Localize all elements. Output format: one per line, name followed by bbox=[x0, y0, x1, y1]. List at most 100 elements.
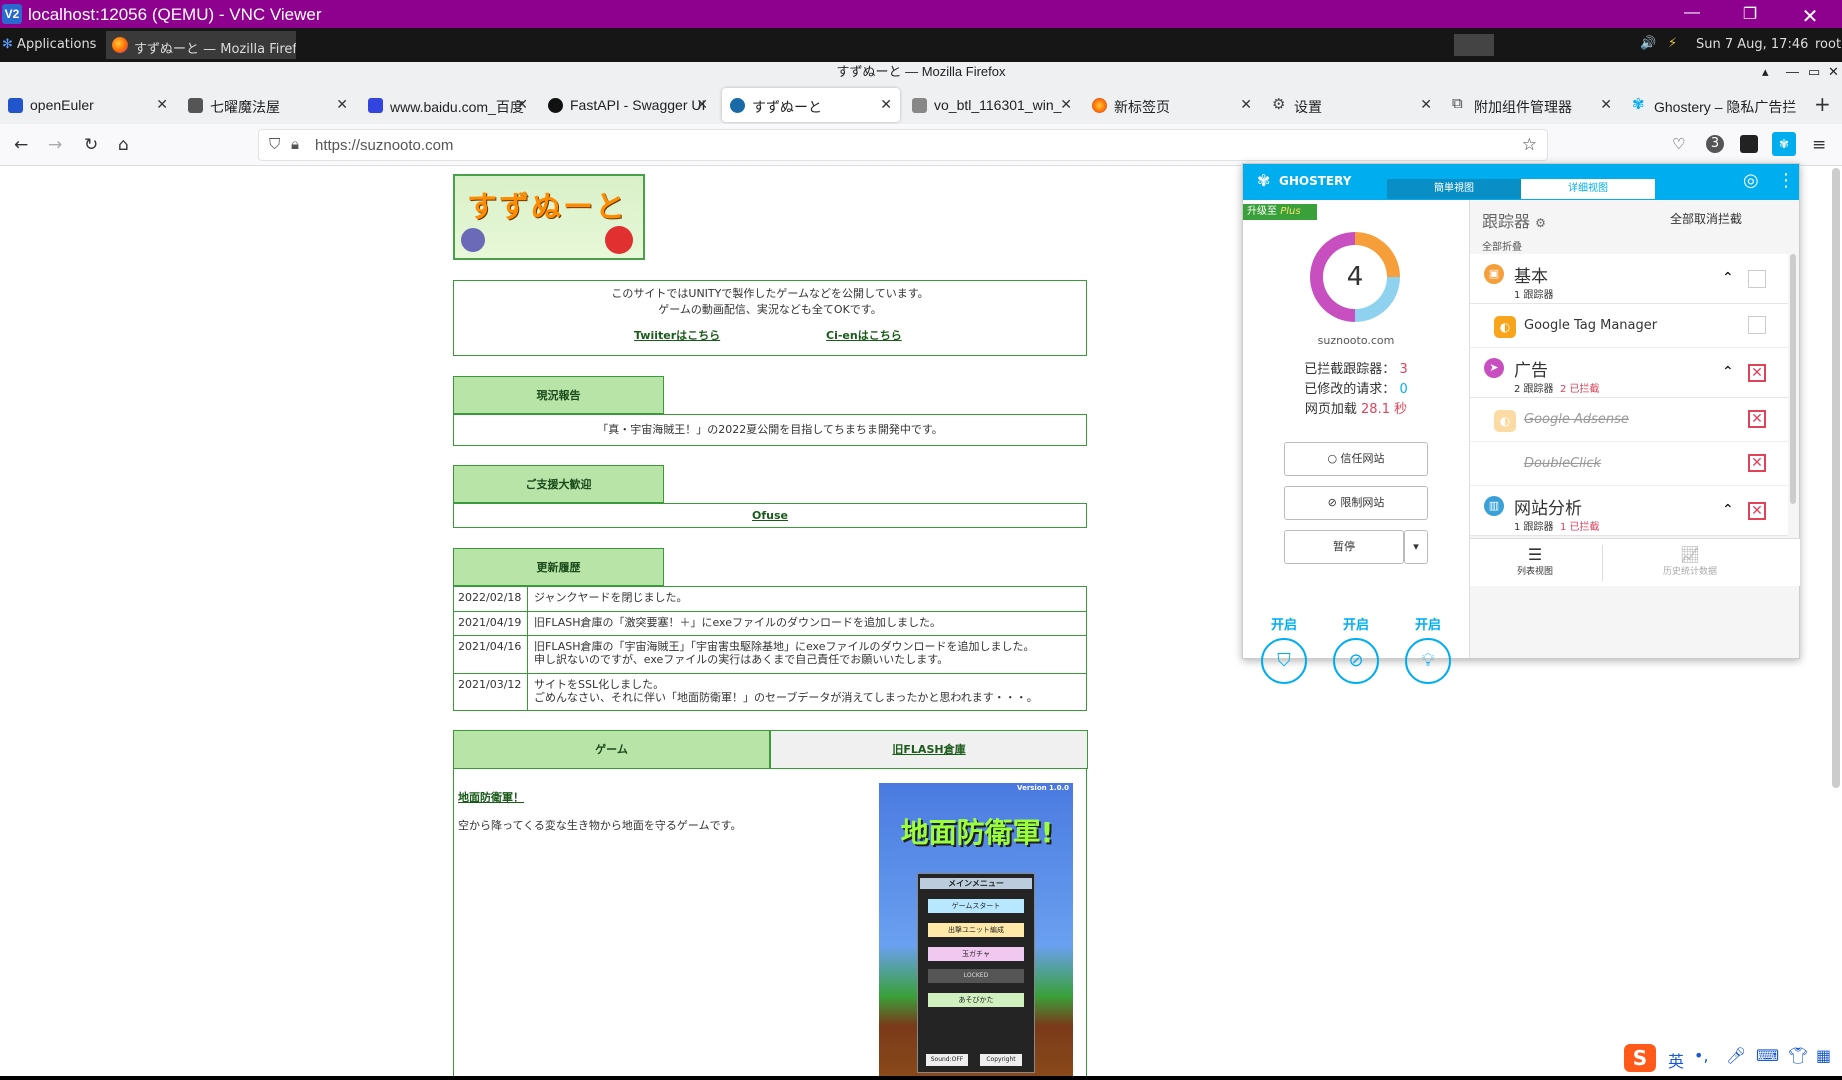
tracker-row[interactable]: ◐ Google Tag Manager bbox=[1470, 304, 1788, 348]
tab-ghostery[interactable]: ✾ Ghostery – 隐私广告拦 bbox=[1624, 88, 1800, 122]
trackers-title: 跟踪器 ⚙ bbox=[1482, 208, 1546, 232]
site-logo[interactable]: すずぬーと bbox=[453, 174, 645, 260]
ghostery-toolbar-icon[interactable]: ✾ bbox=[1772, 132, 1796, 156]
twitter-link[interactable]: Twiiterはこちら bbox=[634, 327, 720, 343]
list-view-button[interactable]: ☰ 列表视图 bbox=[1510, 545, 1560, 577]
bookmark-star-icon[interactable]: ☆ bbox=[1522, 135, 1537, 155]
tab-close-icon[interactable]: ✕ bbox=[880, 96, 892, 113]
sogou-ime-icon[interactable]: S bbox=[1624, 1044, 1656, 1072]
page-scrollbar[interactable] bbox=[1832, 168, 1840, 788]
ff-restore-button[interactable]: ▭ bbox=[1808, 62, 1820, 82]
pocket-icon[interactable]: ♡ bbox=[1672, 135, 1685, 153]
tab-settings[interactable]: ⚙ 设置 ✕ bbox=[1264, 88, 1440, 122]
enhanced-anti-tracking-icon[interactable]: ⛉ bbox=[1261, 638, 1307, 684]
pause-dropdown-chevron-icon[interactable]: ▾ bbox=[1404, 530, 1428, 564]
ime-language-toggle[interactable]: 英 bbox=[1668, 1048, 1684, 1072]
tracker-blocked-x-icon[interactable]: ✕ bbox=[1748, 454, 1766, 472]
new-tab-button[interactable]: + bbox=[1814, 92, 1831, 116]
tab-addons[interactable]: ⧉ 附加组件管理器 ✕ bbox=[1444, 88, 1620, 122]
tray-firefox-icon[interactable] bbox=[1454, 34, 1494, 56]
taskbar-firefox-item[interactable]: すずぬーと — Mozilla Firef... bbox=[106, 31, 296, 59]
collapse-all-button[interactable]: 全部折叠 bbox=[1482, 238, 1522, 253]
keyboard-icon[interactable]: ⌨ bbox=[1756, 1046, 1779, 1065]
tab-flash[interactable]: 旧FLASH倉庫 bbox=[770, 730, 1088, 769]
toolbox-icon[interactable]: ▦ bbox=[1816, 1046, 1831, 1065]
unblock-all-button[interactable]: 全部取消拦截 bbox=[1670, 210, 1742, 227]
restore-button[interactable]: ❐ bbox=[1736, 4, 1764, 24]
category-advertising[interactable]: ➤ 广告 2 跟踪器 2 已拦截 ⌃ ✕ bbox=[1470, 348, 1788, 398]
tracker-row[interactable]: ◐ Google Adsense ✕ bbox=[1470, 398, 1788, 442]
tracker-list-scrollbar[interactable] bbox=[1790, 254, 1796, 504]
tab-baidu[interactable]: www.baidu.com_百度 ✕ bbox=[360, 88, 536, 122]
skin-icon[interactable]: 👕︎ bbox=[1788, 1046, 1808, 1065]
forward-icon[interactable]: → bbox=[48, 135, 62, 155]
minimize-button[interactable]: — bbox=[1678, 4, 1706, 24]
enhanced-ad-blocking-icon[interactable]: ⊘ bbox=[1333, 638, 1379, 684]
ghostery-tab-simple[interactable]: 簡単視图 bbox=[1387, 179, 1521, 199]
home-icon[interactable]: ⌂ bbox=[118, 135, 129, 155]
url-bar[interactable]: ⛉ 🔒︎ https://suznooto.com ☆ bbox=[258, 129, 1548, 161]
upgrade-plus-banner[interactable]: 升级至 Plus bbox=[1243, 204, 1317, 220]
category-blocked-x-icon[interactable]: ✕ bbox=[1748, 364, 1766, 382]
applications-menu[interactable]: ✻ Applications bbox=[2, 37, 96, 52]
clock[interactable]: Sun 7 Aug, 17:46 bbox=[1696, 37, 1808, 52]
category-site-analytics[interactable]: ▥ 网站分析 1 跟踪器 1 已拦截 ⌃ ✕ bbox=[1470, 486, 1788, 536]
tab-close-icon[interactable]: ✕ bbox=[516, 96, 528, 113]
category-block-checkbox[interactable] bbox=[1748, 270, 1766, 288]
tab-vo-btl[interactable]: vo_btl_116301_win_ ✕ bbox=[904, 88, 1080, 122]
tab-close-icon[interactable]: ✕ bbox=[1240, 96, 1252, 113]
microphone-icon[interactable]: 🎤︎ bbox=[1726, 1046, 1746, 1065]
shield-icon[interactable]: ⛉ bbox=[269, 136, 280, 153]
category-essential[interactable]: ▣ 基本 1 跟踪器 ⌃ bbox=[1470, 254, 1788, 304]
tab-openeuler[interactable]: openEuler ✕ bbox=[0, 88, 176, 122]
category-blocked-x-icon[interactable]: ✕ bbox=[1748, 502, 1766, 520]
ff-close-button[interactable]: ✕ bbox=[1828, 62, 1839, 82]
punctuation-icon[interactable]: •, bbox=[1694, 1046, 1709, 1065]
tab-flash-link[interactable]: 旧FLASH倉庫 bbox=[892, 743, 965, 756]
tab-game[interactable]: ゲーム bbox=[453, 730, 770, 769]
kebab-menu-icon[interactable]: ⋮ bbox=[1777, 170, 1795, 191]
extension-dark-icon[interactable] bbox=[1740, 135, 1758, 153]
history-text-line2: 申し訳ないのですが、exeファイルの実行はあくまで自己責任でお願いいたします。 bbox=[534, 653, 949, 666]
volume-icon[interactable]: 🔊 bbox=[1640, 36, 1656, 51]
ff-maximize-button[interactable]: — bbox=[1786, 62, 1799, 82]
cien-link[interactable]: Ci-enはこちら bbox=[826, 327, 902, 343]
restrict-site-button[interactable]: ⊘ 限制网站 bbox=[1284, 486, 1428, 520]
smart-blocking-icon[interactable]: 💡︎ bbox=[1405, 638, 1451, 684]
network-icon[interactable]: ⚡ bbox=[1668, 36, 1677, 51]
chevron-up-icon[interactable]: ⌃ bbox=[1722, 364, 1734, 380]
trust-site-button[interactable]: ○ 信任网站 bbox=[1284, 442, 1428, 476]
ghostery-tab-detail[interactable]: 详细视图 bbox=[1521, 179, 1655, 199]
close-button[interactable]: ✕ bbox=[1796, 4, 1824, 28]
ghostery-brand: GHOSTERY bbox=[1279, 174, 1352, 188]
tab-close-icon[interactable]: ✕ bbox=[336, 96, 348, 113]
tab-fastapi[interactable]: FastAPI - Swagger UI ✕ bbox=[540, 88, 716, 122]
ofuse-link[interactable]: Ofuse bbox=[752, 509, 788, 522]
user-menu[interactable]: root bbox=[1815, 37, 1841, 52]
extension-3-icon[interactable]: 3 bbox=[1706, 135, 1724, 153]
pause-button[interactable]: 暂停 bbox=[1284, 530, 1404, 564]
tab-nanayou[interactable]: 七曜魔法屋 ✕ bbox=[180, 88, 356, 122]
account-icon[interactable]: ◎ bbox=[1743, 170, 1759, 191]
chevron-up-icon[interactable]: ⌃ bbox=[1722, 502, 1734, 518]
tab-close-icon[interactable]: ✕ bbox=[1600, 96, 1612, 113]
game-title-link[interactable]: 地面防衛軍！ bbox=[458, 789, 524, 805]
tab-new-tab[interactable]: 新标签页 ✕ bbox=[1084, 88, 1260, 122]
ff-minimize-button[interactable]: ▴ bbox=[1762, 62, 1769, 82]
tracker-blocked-x-icon[interactable]: ✕ bbox=[1748, 410, 1766, 428]
tab-close-icon[interactable]: ✕ bbox=[156, 96, 168, 113]
tab-suzunuuto[interactable]: すずぬーと ✕ bbox=[722, 88, 900, 122]
trackers-settings-gear-icon[interactable]: ⚙ bbox=[1535, 216, 1546, 230]
tab-close-icon[interactable]: ✕ bbox=[1060, 96, 1072, 113]
tab-close-icon[interactable]: ✕ bbox=[696, 96, 708, 113]
menu-icon[interactable]: ≡ bbox=[1812, 135, 1826, 155]
lock-icon[interactable]: 🔒︎ bbox=[291, 136, 299, 153]
chevron-up-icon[interactable]: ⌃ bbox=[1722, 270, 1734, 286]
history-stats-button[interactable]: 📈︎ 历史统计数据 bbox=[1650, 545, 1730, 577]
game-screenshot[interactable]: Version 1.0.0 地面防衛軍! メインメニュー ゲームスタート 出撃ユ… bbox=[879, 783, 1073, 1079]
tracker-row[interactable]: DoubleClick ✕ bbox=[1470, 442, 1788, 486]
tab-close-icon[interactable]: ✕ bbox=[1420, 96, 1432, 113]
tracker-block-checkbox[interactable] bbox=[1748, 316, 1766, 334]
reload-icon[interactable]: ↻ bbox=[84, 135, 98, 155]
back-icon[interactable]: ← bbox=[14, 135, 28, 155]
